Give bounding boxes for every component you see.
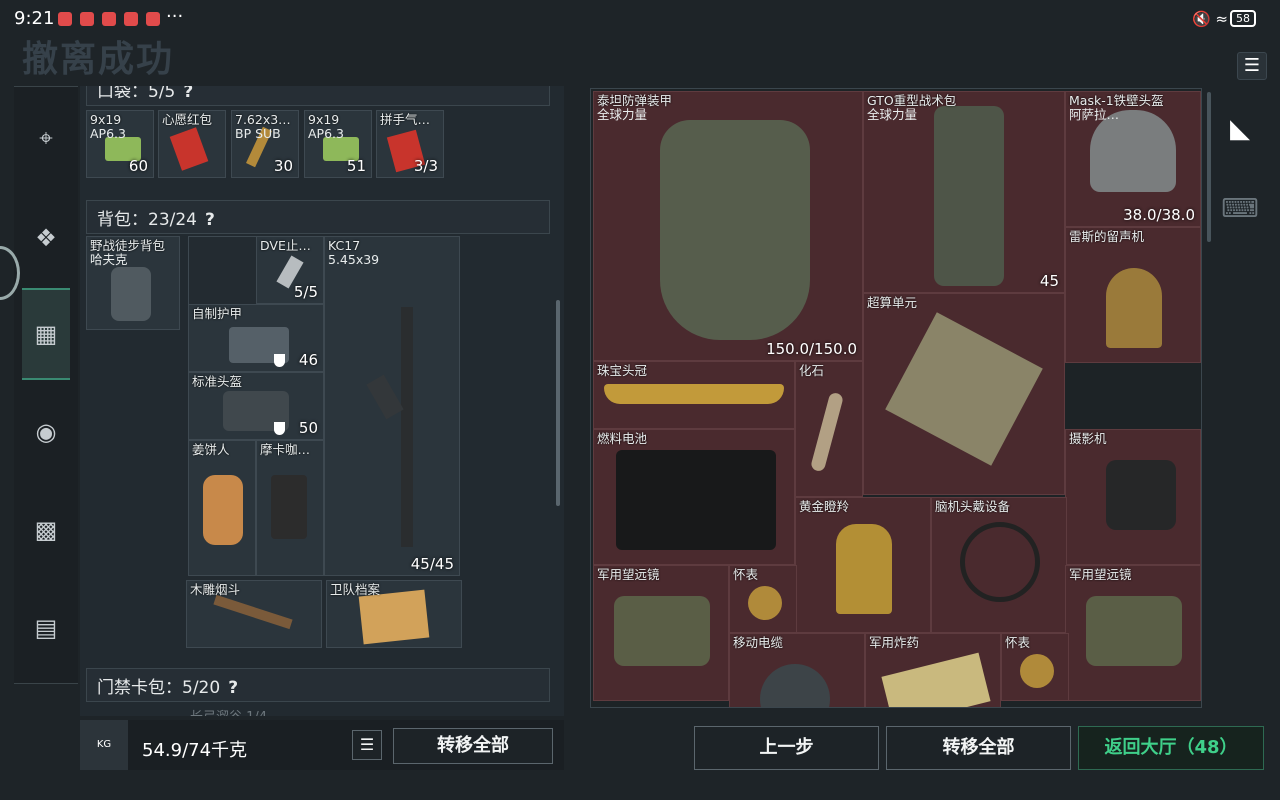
armor-nav-icon[interactable]: ❖ bbox=[22, 212, 70, 264]
pocket-item[interactable]: 拼手气… 3/3 bbox=[376, 110, 444, 178]
notification-icon bbox=[58, 12, 72, 26]
pocket-item[interactable]: 9x19 AP6.3 60 bbox=[86, 110, 154, 178]
item-count: 45/45 bbox=[410, 555, 454, 573]
return-lobby-button[interactable]: 返回大厅（48） bbox=[1078, 726, 1264, 770]
backpack-nav-icon[interactable]: ◉ bbox=[22, 406, 70, 458]
list-menu-button[interactable]: ☰ bbox=[1237, 52, 1267, 80]
item-count: 60 bbox=[128, 157, 148, 175]
loot-item[interactable]: 泰坦防弹装甲 全球力量 150.0/150.0 bbox=[593, 91, 863, 361]
vehicle-tab-icon[interactable]: ⌨ bbox=[1214, 180, 1266, 238]
keycard-header: 门禁卡包：5/20? bbox=[86, 668, 550, 702]
backpack-item[interactable]: 姜饼人 bbox=[188, 440, 256, 576]
backpack-label: 背包：23/24 bbox=[97, 210, 197, 230]
pocket-label: 口袋：5/5 bbox=[97, 86, 176, 102]
loot-item[interactable]: 脑机头戴设备 bbox=[931, 497, 1067, 633]
loot-item[interactable]: 超算单元 bbox=[863, 293, 1065, 495]
loot-item[interactable]: 化石 bbox=[795, 361, 863, 497]
item-count: 51 bbox=[346, 157, 366, 175]
loot-item[interactable]: 摄影机 bbox=[1065, 429, 1201, 565]
help-icon[interactable]: ? bbox=[205, 210, 215, 230]
item-count: 3/3 bbox=[413, 157, 438, 175]
loot-item[interactable]: 移动电缆 bbox=[729, 633, 865, 707]
loot-item[interactable]: 燃料电池 bbox=[593, 429, 795, 565]
loot-item[interactable]: 雷斯的留声机 bbox=[1065, 227, 1201, 363]
notification-icon bbox=[124, 12, 138, 26]
status-bar: 9:21 ··· 🔇 ≈ 58 bbox=[0, 0, 1280, 36]
loot-item[interactable]: 黄金瞪羚 bbox=[795, 497, 931, 633]
item-count: 38.0/38.0 bbox=[1123, 206, 1195, 224]
pocket-header: 口袋：5/5? bbox=[86, 86, 550, 106]
backpack-item[interactable]: DVE止… 5/5 bbox=[256, 236, 324, 304]
more-notifications: ··· bbox=[166, 6, 184, 27]
loot-item[interactable]: Mask-1铁壁头盔 阿萨拉… 38.0/38.0 bbox=[1065, 91, 1201, 227]
help-icon[interactable]: ? bbox=[228, 678, 238, 698]
pocket-item[interactable]: 9x19 AP6.3 51 bbox=[304, 110, 372, 178]
item-count: 50 bbox=[298, 419, 318, 437]
left-scrollbar[interactable] bbox=[556, 300, 560, 506]
notification-icon bbox=[146, 12, 160, 26]
battery-icon: 58 bbox=[1230, 10, 1256, 27]
sort-list-button[interactable]: ☰ bbox=[352, 730, 382, 760]
backpack-item[interactable]: 卫队档案 bbox=[326, 580, 462, 648]
loot-scrollbar[interactable] bbox=[1207, 92, 1211, 242]
extra-row: 长弓溜谷 1/4 bbox=[190, 706, 267, 716]
pocket-item[interactable]: 心愿红包 bbox=[158, 110, 226, 178]
status-time: 9:21 bbox=[14, 8, 55, 29]
item-count: 150.0/150.0 bbox=[766, 340, 857, 358]
item-count: 30 bbox=[273, 157, 293, 175]
vest-nav-icon[interactable]: ▦ bbox=[22, 288, 70, 380]
loot-item[interactable]: 军用炸药 bbox=[865, 633, 1001, 707]
notification-icon bbox=[102, 12, 116, 26]
notification-icon bbox=[80, 12, 94, 26]
loot-item[interactable]: 军用望远镜 bbox=[1065, 565, 1201, 701]
backpack-item[interactable]: 标准头盔 50 bbox=[188, 372, 324, 440]
item-count: 45 bbox=[1039, 272, 1059, 290]
loot-item[interactable]: GTO重型战术包 全球力量 45 bbox=[863, 91, 1065, 293]
backpack-item[interactable]: KC17 5.45x39 45/45 bbox=[324, 236, 460, 576]
backpack-item[interactable]: 自制护甲 46 bbox=[188, 304, 324, 372]
case-nav-icon[interactable]: ▩ bbox=[22, 504, 70, 556]
equipped-backpack[interactable]: 野战徒步背包 哈夫克 bbox=[86, 236, 180, 330]
mute-wifi-icons: 🔇 ≈ bbox=[1191, 10, 1228, 28]
transfer-all-left-button[interactable]: 转移全部 bbox=[393, 728, 553, 764]
keycard-label: 门禁卡包：5/20 bbox=[97, 678, 221, 698]
durability-icon bbox=[274, 354, 285, 367]
toolbox-nav-icon[interactable]: ▤ bbox=[22, 602, 70, 654]
help-icon[interactable]: ? bbox=[183, 86, 193, 102]
loot-item[interactable]: 珠宝头冠 bbox=[593, 361, 795, 429]
weight-value: 54.9/74千克 bbox=[142, 740, 248, 761]
weapon-nav-icon[interactable]: ⌖ bbox=[22, 112, 70, 164]
backpack-header: 背包：23/24? bbox=[86, 200, 550, 234]
item-count: 5/5 bbox=[293, 283, 318, 301]
player-inventory-panel: 口袋：5/5? 9x19 AP6.3 60 心愿红包 7.62x3… BP SU… bbox=[80, 86, 564, 716]
backpack-item[interactable]: 木雕烟斗 bbox=[186, 580, 322, 648]
weight-icon: KG bbox=[80, 720, 128, 770]
left-nav bbox=[14, 86, 78, 684]
durability-icon bbox=[274, 422, 285, 435]
loot-item[interactable]: 怀表 bbox=[1001, 633, 1069, 701]
pocket-item[interactable]: 7.62x3… BP SUB 30 bbox=[231, 110, 299, 178]
previous-step-button[interactable]: 上一步 bbox=[694, 726, 879, 770]
transfer-all-right-button[interactable]: 转移全部 bbox=[886, 726, 1071, 770]
item-count: 46 bbox=[298, 351, 318, 369]
loot-panel: 泰坦防弹装甲 全球力量 150.0/150.0 GTO重型战术包 全球力量 45… bbox=[590, 88, 1202, 708]
loot-item[interactable]: 军用望远镜 bbox=[593, 565, 729, 701]
ghost-title: 撤离成功 bbox=[22, 39, 175, 80]
loot-item[interactable]: 怀表 bbox=[729, 565, 797, 633]
backpack-item[interactable]: 摩卡咖… bbox=[256, 440, 324, 576]
container-tab-icon[interactable]: ◣ bbox=[1214, 100, 1266, 158]
